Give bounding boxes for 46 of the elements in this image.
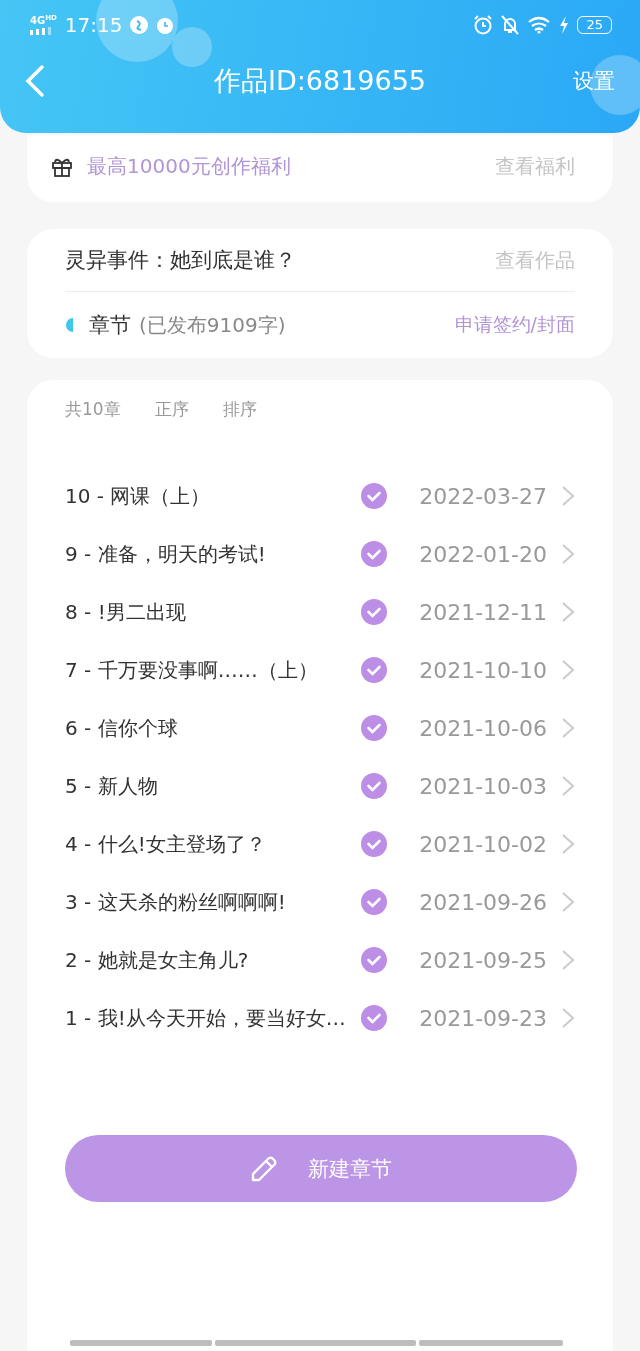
chapter-title[interactable]: 3 - 这天杀的粉丝啊啊啊! [65, 888, 361, 916]
chapter-title[interactable]: 4 - 什么!女主登场了？ [65, 830, 361, 858]
chapter-date: 2021-10-10 [418, 657, 547, 683]
chapter-title[interactable]: 6 - 信你个球 [65, 714, 361, 742]
chapter-date: 2021-09-23 [418, 1005, 547, 1031]
chevron-right-icon[interactable] [561, 485, 575, 507]
welfare-text: 最高10000元创作福利 [87, 153, 292, 180]
app-notification-icon [130, 16, 149, 34]
chevron-right-icon[interactable] [561, 601, 575, 623]
clock-time: 17:15 [64, 13, 123, 37]
chevron-right-icon[interactable] [561, 1007, 575, 1029]
chevron-right-icon[interactable] [561, 659, 575, 681]
wifi-icon [527, 16, 552, 34]
chapter-title[interactable]: 1 - 我!从今天开始，要当好女… [65, 1004, 361, 1032]
chapter-date: 2022-03-27 [418, 483, 547, 509]
chapter-date: 2021-09-26 [418, 889, 547, 915]
charging-icon [559, 16, 570, 34]
back-icon[interactable] [24, 64, 46, 98]
chapter-date: 2021-10-02 [418, 831, 547, 857]
chapter-date: 2021-12-11 [418, 599, 547, 625]
chevron-right-icon[interactable] [561, 775, 575, 797]
chevron-right-icon[interactable] [561, 949, 575, 971]
chapter-title[interactable]: 5 - 新人物 [65, 772, 361, 800]
gift-icon [51, 156, 73, 177]
chapter-title[interactable]: 9 - 准备，明天的考试! [65, 540, 361, 568]
chevron-right-icon[interactable] [561, 543, 575, 565]
work-title: 灵异事件：她到底是谁？ [65, 247, 297, 274]
chapter-date: 2022-01-20 [418, 541, 547, 567]
chapter-title[interactable]: 7 - 千万要没事啊……（上） [65, 656, 361, 684]
chapter-date: 2021-10-06 [418, 715, 547, 741]
muted-bell-icon [501, 15, 520, 35]
network-indicator: 4G$^{HD}$ [30, 15, 57, 35]
page-title: 作品ID:6819655 [213, 65, 427, 96]
chevron-right-icon[interactable] [561, 891, 575, 913]
pencil-icon [250, 1154, 278, 1183]
chapter-title[interactable]: 8 - !男二出现 [65, 598, 361, 626]
chapter-count: 共10章 [65, 398, 121, 421]
chapter-date: 2021-09-25 [418, 947, 547, 973]
chevron-right-icon[interactable] [561, 833, 575, 855]
chapter-title[interactable]: 2 - 她就是女主角儿? [65, 946, 361, 974]
chapter-title[interactable]: 10 - 网课（上） [65, 482, 361, 510]
section-label: 章节 [89, 312, 131, 339]
word-count: (已发布9109字) [139, 311, 287, 339]
battery-indicator: 25 [577, 16, 612, 34]
chevron-right-icon[interactable] [561, 717, 575, 739]
chapter-date: 2021-10-03 [418, 773, 547, 799]
